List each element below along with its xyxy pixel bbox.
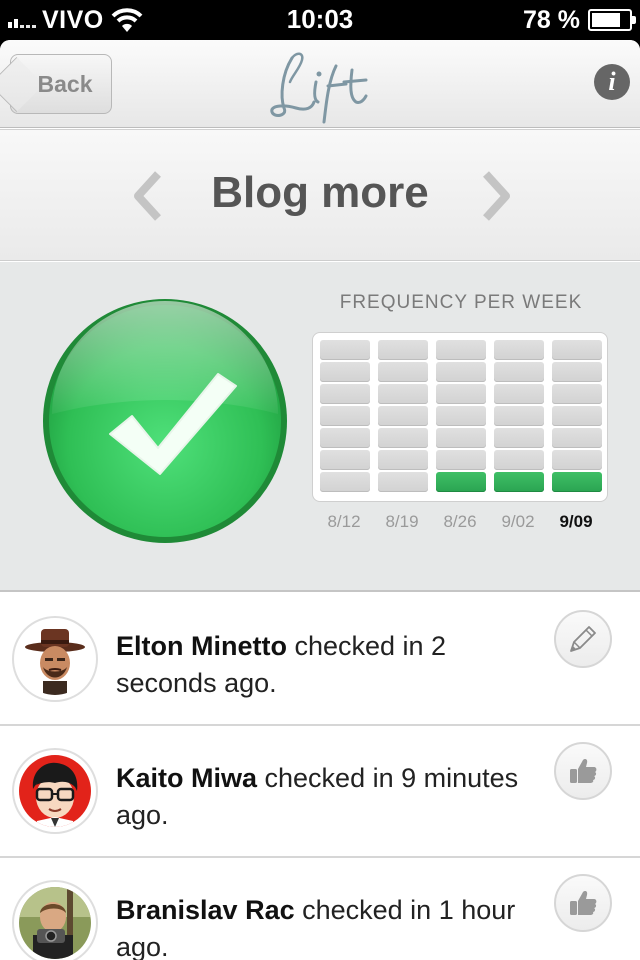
frequency-cell-empty bbox=[378, 450, 428, 470]
avatar[interactable] bbox=[12, 616, 98, 702]
feed-item[interactable]: Branislav Rac checked in 1 hour ago. bbox=[0, 858, 640, 960]
pencil-icon bbox=[570, 626, 596, 652]
status-right: 78 % bbox=[523, 5, 636, 34]
battery-fill bbox=[592, 13, 621, 27]
frequency-cell-empty bbox=[494, 428, 544, 448]
frequency-cell-empty bbox=[552, 406, 602, 426]
info-button[interactable]: i bbox=[594, 64, 630, 100]
frequency-cell-empty bbox=[320, 362, 370, 382]
frequency-cell-empty bbox=[320, 340, 370, 360]
frequency-cell-empty bbox=[320, 406, 370, 426]
comment-button[interactable] bbox=[554, 610, 612, 668]
frequency-week-label: 8/26 bbox=[443, 512, 477, 531]
navigation-bar: Back i bbox=[0, 40, 640, 128]
avatar[interactable] bbox=[12, 880, 98, 960]
frequency-cell-empty bbox=[378, 406, 428, 426]
back-button[interactable]: Back bbox=[10, 54, 112, 114]
frequency-cell-empty bbox=[552, 450, 602, 470]
frequency-bar-8/26 bbox=[436, 340, 486, 492]
battery-icon bbox=[588, 9, 636, 31]
frequency-bar-8/12 bbox=[320, 340, 370, 492]
back-button-label: Back bbox=[37, 70, 93, 97]
avatar-branislav-rac bbox=[19, 887, 91, 959]
frequency-cell-empty bbox=[552, 362, 602, 382]
frequency-bar-9/09 bbox=[552, 340, 602, 492]
feed-item-user-name[interactable]: Kaito Miwa bbox=[116, 763, 257, 793]
frequency-cell-empty bbox=[436, 384, 486, 404]
thumbs-up-icon bbox=[570, 891, 597, 915]
prop-button[interactable] bbox=[554, 742, 612, 800]
frequency-cell-empty bbox=[494, 384, 544, 404]
frequency-cell-empty bbox=[494, 450, 544, 470]
frequency-cell-empty bbox=[436, 340, 486, 360]
frequency-cell-empty bbox=[494, 406, 544, 426]
feed-item-user-name[interactable]: Branislav Rac bbox=[116, 895, 295, 925]
frequency-cell-empty bbox=[436, 406, 486, 426]
frequency-cell-empty bbox=[552, 428, 602, 448]
frequency-week-label: 8/12 bbox=[327, 512, 361, 531]
feed-item-text: Kaito Miwa checked in 9 minutes ago. bbox=[116, 760, 526, 834]
frequency-chart bbox=[312, 332, 608, 502]
frequency-cell-empty bbox=[436, 450, 486, 470]
feed-item[interactable]: Elton Minetto checked in 2 seconds ago. bbox=[0, 594, 640, 726]
feed-item-user-name[interactable]: Elton Minetto bbox=[116, 631, 287, 661]
frequency-week-label: 9/02 bbox=[501, 512, 535, 531]
frequency-cell-empty bbox=[494, 362, 544, 382]
frequency-cell-empty bbox=[378, 428, 428, 448]
frequency-cell-empty bbox=[436, 428, 486, 448]
frequency-week-label: 8/19 bbox=[385, 512, 419, 531]
check-in-button[interactable] bbox=[40, 296, 290, 546]
frequency-bar-8/19 bbox=[378, 340, 428, 492]
avatar-kaito-miwa bbox=[19, 755, 91, 827]
prop-button[interactable] bbox=[554, 874, 612, 932]
frequency-cell-empty bbox=[320, 450, 370, 470]
frequency-cell-filled bbox=[436, 472, 486, 492]
avatar-elton-minetto bbox=[19, 623, 91, 695]
frequency-cell-filled bbox=[552, 472, 602, 492]
frequency-cell-empty bbox=[552, 384, 602, 404]
feed-item-text: Elton Minetto checked in 2 seconds ago. bbox=[116, 628, 526, 702]
avatar[interactable] bbox=[12, 748, 98, 834]
frequency-cell-empty bbox=[494, 340, 544, 360]
frequency-label: FREQUENCY PER WEEK bbox=[339, 292, 583, 313]
feed-item-text: Branislav Rac checked in 1 hour ago. bbox=[116, 892, 526, 960]
lift-logo bbox=[270, 52, 368, 124]
frequency-bar-9/02 bbox=[494, 340, 544, 492]
frequency-cell-empty bbox=[320, 472, 370, 492]
frequency-cell-empty bbox=[378, 362, 428, 382]
goal-title: Blog more bbox=[211, 168, 429, 217]
battery-percent: 78 % bbox=[523, 5, 580, 34]
frequency-cell-empty bbox=[320, 428, 370, 448]
frequency-cell-empty bbox=[378, 472, 428, 492]
frequency-week-label: 9/09 bbox=[559, 512, 593, 531]
frequency-cell-empty bbox=[320, 384, 370, 404]
frequency-cell-empty bbox=[552, 340, 602, 360]
frequency-cell-empty bbox=[378, 340, 428, 360]
status-bar: VIVO 10:03 78 % bbox=[0, 0, 640, 40]
app-screen: Back i Blog more FREQUENCY PER WEEK 8/12… bbox=[0, 40, 640, 960]
feed-item[interactable]: Kaito Miwa checked in 9 minutes ago. bbox=[0, 726, 640, 858]
frequency-cell-empty bbox=[436, 362, 486, 382]
next-goal-chevron-icon[interactable] bbox=[476, 170, 516, 222]
frequency-cell-filled bbox=[494, 472, 544, 492]
goal-stats: FREQUENCY PER WEEK 8/12 8/19 8/26 9/02 9/09 bbox=[0, 262, 640, 592]
activity-feed: Elton Minetto checked in 2 seconds ago. bbox=[0, 594, 640, 960]
goal-header: Blog more bbox=[0, 129, 640, 261]
thumbs-up-icon bbox=[570, 759, 597, 783]
info-icon: i bbox=[608, 67, 616, 96]
frequency-cell-empty bbox=[378, 384, 428, 404]
